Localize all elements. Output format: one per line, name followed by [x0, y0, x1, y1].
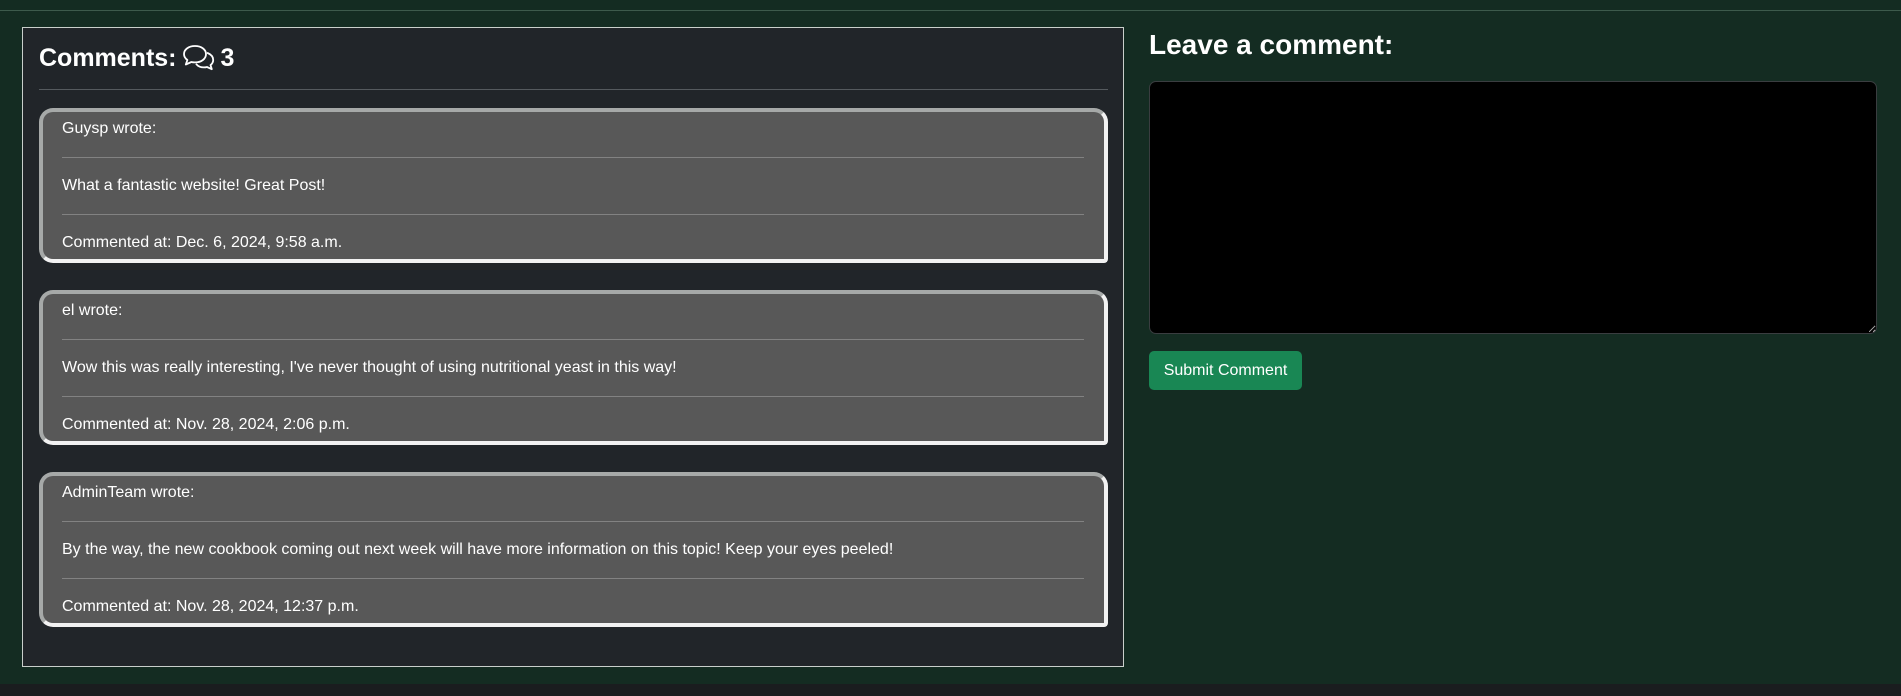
comment-divider — [62, 521, 1084, 522]
comment-divider — [62, 214, 1084, 215]
comments-header: Comments: 3 — [39, 43, 234, 73]
comment-divider — [62, 578, 1084, 579]
comment-divider — [62, 339, 1084, 340]
comment-card: el wrote: Wow this was really interestin… — [39, 290, 1108, 445]
comments-title: Comments: — [39, 44, 177, 72]
comment-timestamp: Commented at: Nov. 28, 2024, 12:37 p.m. — [62, 598, 359, 615]
comment-divider — [62, 157, 1084, 158]
comment-body: By the way, the new cookbook coming out … — [62, 541, 894, 558]
comments-count: 3 — [220, 44, 235, 72]
comment-body: Wow this was really interesting, I've ne… — [62, 359, 677, 376]
comment-card: Guysp wrote: What a fantastic website! G… — [39, 108, 1108, 263]
comments-panel: Comments: 3 Guysp wrote: What a fantasti… — [22, 27, 1124, 667]
chat-bubbles-icon — [182, 44, 215, 72]
header-divider — [39, 89, 1108, 90]
comment-author: AdminTeam wrote: — [62, 484, 195, 501]
submit-comment-button[interactable]: Submit Comment — [1149, 351, 1302, 390]
comment-timestamp: Commented at: Nov. 28, 2024, 2:06 p.m. — [62, 416, 350, 433]
comment-card: AdminTeam wrote: By the way, the new coo… — [39, 472, 1108, 627]
leave-comment-title: Leave a comment: — [1149, 29, 1394, 60]
comment-body: What a fantastic website! Great Post! — [62, 177, 326, 194]
top-divider — [0, 10, 1901, 11]
comment-divider — [62, 396, 1084, 397]
footer-strip — [0, 684, 1901, 696]
comment-timestamp: Commented at: Dec. 6, 2024, 9:58 a.m. — [62, 234, 343, 251]
comment-author: Guysp wrote: — [62, 120, 157, 137]
comment-textarea[interactable] — [1149, 81, 1877, 334]
comment-author: el wrote: — [62, 302, 123, 319]
